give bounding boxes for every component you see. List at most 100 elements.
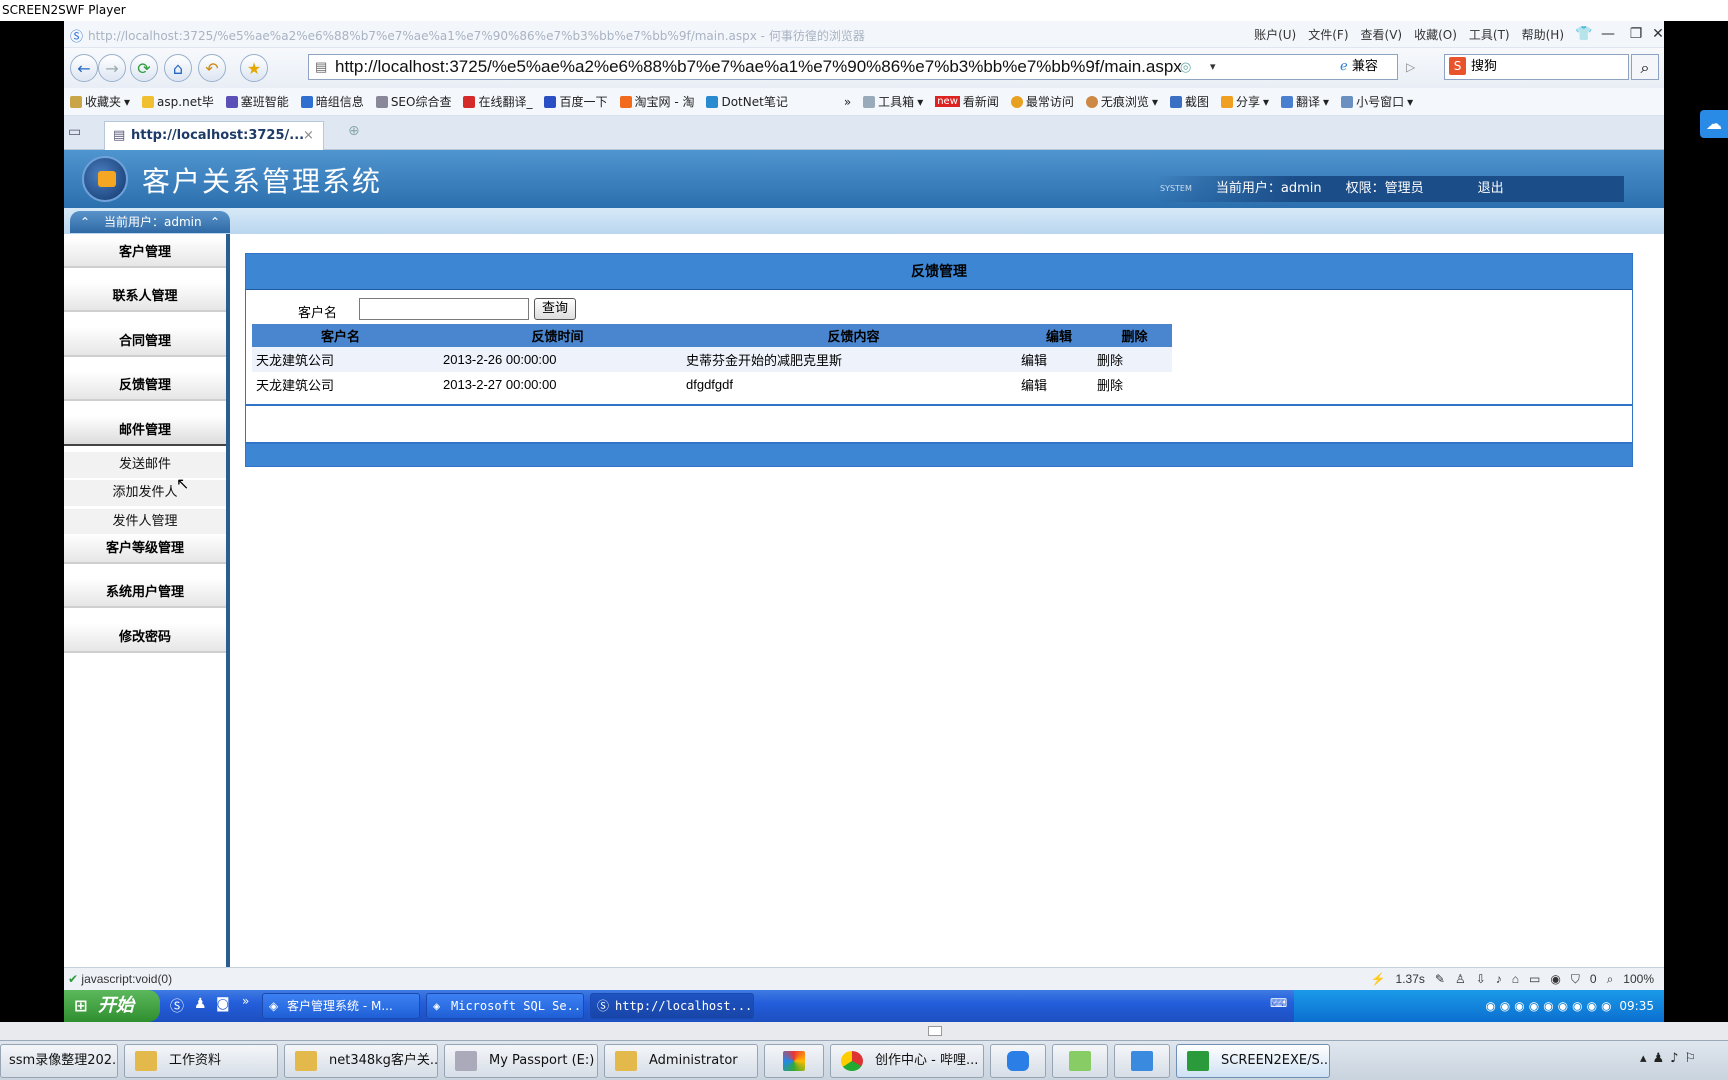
fav-translate[interactable]: 在线翻译_: [457, 93, 538, 110]
translate-button[interactable]: 翻译 ▾: [1275, 93, 1335, 110]
fav-darkgroup[interactable]: 暗组信息: [295, 93, 370, 110]
sidebar-item-password[interactable]: 修改密码: [64, 623, 226, 653]
more-chevron-icon[interactable]: »: [838, 95, 857, 109]
menu-tools[interactable]: 工具(T): [1469, 26, 1510, 43]
otask-ssm[interactable]: ssm录像整理202...: [0, 1044, 118, 1078]
fav-aspnet[interactable]: asp.net毕: [136, 93, 220, 110]
fav-seo[interactable]: SEO综合查: [370, 93, 458, 110]
search-magnifier-icon[interactable]: ⌕: [1631, 54, 1659, 80]
task-sqlserver[interactable]: ◈ Microsoft SQL Se...: [426, 993, 584, 1019]
menu-favorites[interactable]: 收藏(O): [1414, 26, 1457, 43]
query-button[interactable]: 查询: [534, 298, 576, 320]
sidebar-subitem-add-sender[interactable]: 添加发件人: [64, 480, 226, 506]
go-arrow-icon[interactable]: ▷: [1406, 60, 1415, 74]
menu-account[interactable]: 账户(U): [1254, 26, 1296, 43]
pen-icon[interactable]: ✎: [1435, 968, 1445, 990]
most-visited-button[interactable]: 最常访问: [1005, 93, 1080, 110]
fav-symbian[interactable]: 塞班智能: [220, 93, 295, 110]
quicklaunch-more-icon[interactable]: »: [242, 994, 249, 1008]
keyboard-icon[interactable]: ⌨: [1270, 996, 1287, 1010]
compat-mode-button[interactable]: ℯ 兼容: [1340, 54, 1398, 80]
undo-icon[interactable]: ↶: [198, 54, 226, 82]
sidebar-item-sysuser[interactable]: 系统用户管理: [64, 578, 226, 608]
shield-icon[interactable]: ⛉: [1571, 968, 1580, 990]
sidebar-toggle-icon[interactable]: ▭: [68, 124, 81, 140]
logout-link[interactable]: 退出: [1478, 176, 1504, 202]
cell-content: dfgdfgdf: [686, 377, 733, 392]
news-button[interactable]: new 看新闻: [929, 93, 1005, 110]
menu-file[interactable]: 文件(F): [1308, 26, 1348, 43]
fav-folder[interactable]: 收藏夹 ▾: [64, 93, 136, 110]
otask-notepad[interactable]: [1052, 1044, 1108, 1078]
zoom-level[interactable]: 100%: [1623, 968, 1654, 990]
tab-localhost[interactable]: ▤ http://localhost:3725/... ×: [104, 121, 324, 150]
volume-icon[interactable]: ♪: [1496, 968, 1502, 990]
sidebar-item-contact[interactable]: 联系人管理: [64, 282, 226, 312]
scroll-handle[interactable]: [928, 1026, 942, 1036]
sidebar-item-customer[interactable]: 客户管理: [64, 238, 226, 268]
refresh-icon[interactable]: ⟳: [130, 54, 158, 82]
fav-taobao[interactable]: 淘宝网 - 淘: [614, 93, 701, 110]
forward-arrow-icon[interactable]: →: [98, 54, 126, 82]
download-icon[interactable]: ⇩: [1476, 968, 1486, 990]
outer-tray-icons[interactable]: ▴♟♪⚐: [1640, 1051, 1702, 1066]
window-icon[interactable]: ▭: [1529, 968, 1540, 990]
fav-baidu[interactable]: 百度一下: [538, 93, 613, 110]
share-button[interactable]: 分享 ▾: [1215, 93, 1275, 110]
otask-passport[interactable]: My Passport (E:): [444, 1044, 598, 1078]
address-input[interactable]: ▤ http://localhost:3725/%e5%ae%a2%e6%88%…: [308, 54, 1398, 80]
edit-link[interactable]: 编辑: [1021, 375, 1097, 394]
eye-icon[interactable]: ◉: [1550, 968, 1560, 990]
person-icon[interactable]: ♙: [1455, 968, 1466, 990]
quicklaunch-qq-icon[interactable]: ♟: [194, 996, 207, 1012]
sidebar-subitem-sender-manage[interactable]: 发件人管理: [64, 509, 226, 535]
share-icon: [1220, 95, 1233, 108]
close-button[interactable]: ✕: [1644, 23, 1664, 45]
otask-screen2exe[interactable]: SCREEN2EXE/S...: [1176, 1044, 1330, 1078]
private-browse-button[interactable]: 无痕浏览 ▾: [1080, 93, 1164, 110]
new-tab-icon[interactable]: ⊕: [348, 123, 360, 139]
tray-icons[interactable]: ◉◉◉◉◉◉◉◉◉: [1485, 999, 1615, 1013]
task-localhost[interactable]: Ⓢhttp://localhost...: [590, 993, 754, 1019]
delete-link[interactable]: 删除: [1097, 375, 1172, 394]
sidebar-item-level[interactable]: 客户等级管理: [64, 534, 226, 564]
screenshot-button[interactable]: 截图: [1164, 93, 1215, 110]
trash-icon[interactable]: ⌂: [1512, 968, 1519, 990]
sidebar-subitem-send-mail[interactable]: 发送邮件: [64, 452, 226, 478]
home-icon[interactable]: ⌂: [164, 54, 192, 82]
otask-work[interactable]: 工作资料: [124, 1044, 278, 1078]
sidebar-item-contract[interactable]: 合同管理: [64, 327, 226, 357]
favorite-star-icon[interactable]: ★: [240, 54, 268, 82]
quicklaunch-app-icon[interactable]: ◙: [216, 996, 230, 1012]
zoom-icon[interactable]: ⌕: [1607, 968, 1614, 990]
delete-link[interactable]: 删除: [1097, 350, 1172, 369]
quicklaunch-browser-icon[interactable]: Ⓢ: [170, 996, 184, 1016]
back-arrow-icon[interactable]: ←: [70, 54, 98, 82]
small-window-button[interactable]: 小号窗口 ▾: [1335, 93, 1419, 110]
minimize-button[interactable]: —: [1594, 23, 1622, 45]
sidebar-item-feedback[interactable]: 反馈管理: [64, 371, 226, 401]
otask-explorer[interactable]: [1114, 1044, 1170, 1078]
block-count: 0: [1589, 972, 1597, 986]
otask-office[interactable]: [764, 1044, 824, 1078]
fav-label: 收藏夹: [85, 95, 122, 109]
otask-chrome[interactable]: 创作中心 - 哔哩...: [830, 1044, 984, 1078]
cloud-widget-icon[interactable]: ☁: [1700, 110, 1728, 138]
fav-dotnet[interactable]: DotNet笔记: [700, 93, 793, 110]
system-tray: ◉◉◉◉◉◉◉◉◉ 09:35: [1294, 990, 1664, 1022]
otask-baidu[interactable]: [990, 1044, 1046, 1078]
start-button[interactable]: ⊞ 开始: [64, 990, 160, 1022]
toolbar-label: 工具箱: [878, 95, 915, 109]
tab-close-icon[interactable]: ×: [303, 122, 314, 149]
toolbox-menu[interactable]: 工具箱 ▾: [857, 93, 929, 110]
address-dropdown-icon[interactable]: ▾: [1210, 60, 1216, 73]
sidebar-item-mail[interactable]: 邮件管理: [64, 416, 226, 446]
search-engine-input[interactable]: S 搜狗: [1444, 54, 1629, 80]
customer-name-input[interactable]: [359, 298, 529, 320]
menu-help[interactable]: 帮助(H): [1522, 26, 1564, 43]
menu-view[interactable]: 查看(V): [1361, 26, 1403, 43]
otask-admin[interactable]: Administrator: [604, 1044, 758, 1078]
edit-link[interactable]: 编辑: [1021, 350, 1097, 369]
otask-net348[interactable]: net348kg客户关...: [284, 1044, 438, 1078]
task-crm[interactable]: ◈ 客户管理系统 - M...: [262, 993, 420, 1019]
